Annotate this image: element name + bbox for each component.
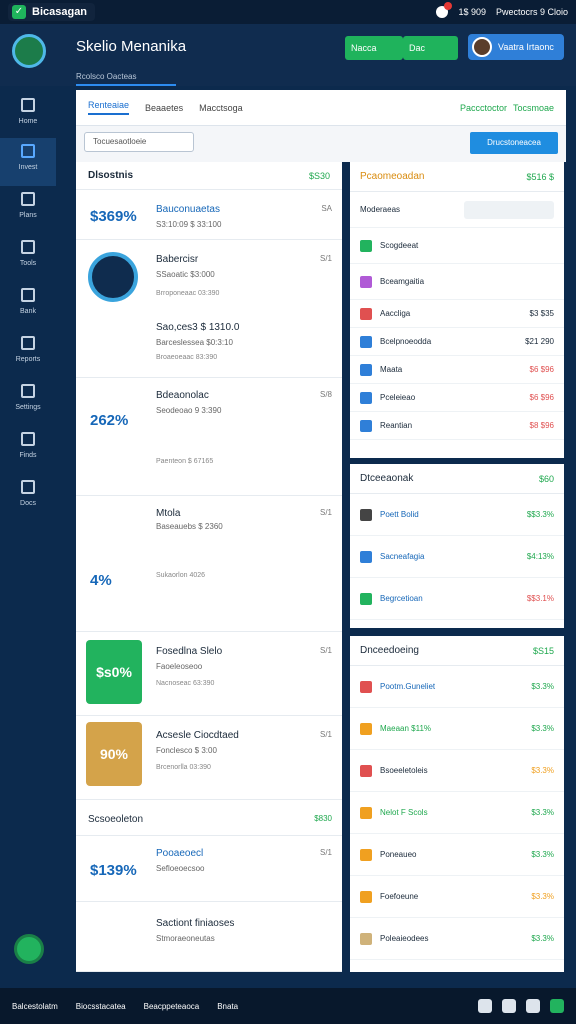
settings-icon [21, 384, 35, 398]
header-button-2[interactable]: Dac [403, 36, 458, 60]
docs-icon [21, 480, 35, 494]
r2-row-0[interactable]: Poett Bolid $$3.3% [350, 494, 564, 536]
tray-icon-4[interactable] [550, 999, 564, 1013]
sidebar-item-2[interactable]: Plans [0, 186, 56, 234]
row-4[interactable]: 4% Mtola Baseauebs $ 2360 Sukaorlon 4026… [76, 496, 342, 632]
r3-row-4[interactable]: Poneaueo $3.3% [350, 834, 564, 876]
green-tile: $s0% [86, 640, 142, 704]
r1-row-6[interactable]: Reantian $8 $96 [350, 412, 564, 440]
bell-icon[interactable] [436, 2, 453, 18]
tab-0[interactable]: Renteaiae [88, 100, 130, 115]
right2-header: Dtceeaonak $60 [350, 464, 564, 494]
sub-tab[interactable]: Rcolsco Oacteas [76, 72, 176, 86]
right-panel-3: Dnceedoeing $S15 Pootm.Guneliet $3.3% Maea… [350, 636, 564, 972]
check-icon: ✓ [12, 5, 26, 19]
r2-row-2[interactable]: Begrcetioan $$3.1% [350, 578, 564, 620]
avatar [472, 37, 492, 57]
row-1[interactable]: Babercisr SSaoatic $3:000 Brroponeaac 03… [76, 240, 342, 378]
right3-header: Dnceedoeing $S15 [350, 636, 564, 666]
plans-icon [21, 192, 35, 206]
left-panel: Dlsostnis $S30 $369% Bauconuaetas S3:10:0… [76, 162, 342, 972]
bank-icon [21, 288, 35, 302]
sidebar-item-1[interactable]: Invest [0, 138, 56, 186]
top-bar: ✓ Bicasagan 1$ 909 Pwectocrs 9 Cloio [0, 0, 576, 24]
main-tabs: Renteaiae Beaaetes Macctsoga Paccctoctor… [76, 90, 566, 126]
r3-row-1[interactable]: Maeaan $11% $3.3% [350, 708, 564, 750]
sidebar-item-3[interactable]: Tools [0, 234, 56, 282]
finds-icon [21, 432, 35, 446]
home-icon [21, 98, 35, 112]
r1-row-0[interactable]: Scogdeeat [350, 228, 564, 264]
profile-button[interactable]: Vaatra Irtaonc [468, 34, 564, 60]
tab-2[interactable]: Macctsoga [199, 103, 243, 113]
filter-select[interactable]: Tocuesaotloeie [84, 132, 194, 152]
r1-row-5[interactable]: Pceleieao $6 $96 [350, 384, 564, 412]
header: Skelio Menanika Rcolsco Oacteas Nacca Da… [0, 24, 576, 86]
sidebar: Home Invest Plans Tools Bank Reports Set… [0, 86, 60, 986]
compass-icon [88, 252, 138, 302]
r3-row-0[interactable]: Pootm.Guneliet $3.3% [350, 666, 564, 708]
filter-button[interactable]: Drucstoneacea [470, 132, 558, 154]
r2-row-1[interactable]: Sacneafagia $4:13% [350, 536, 564, 578]
search-row[interactable]: Moderaeas [350, 192, 564, 228]
reports-icon [21, 336, 35, 350]
row-5[interactable]: $s0% Fosedlna Slelo Faoeleoseoo Nacnosea… [76, 632, 342, 716]
tray [478, 999, 564, 1013]
right-panel-2: Dtceeaonak $60 Poett Bolid $$3.3% Sacneafa… [350, 464, 564, 628]
row-0[interactable]: $369% Bauconuaetas S3:10:09 $ 33:100 SA [76, 190, 342, 240]
tray-icon-2[interactable] [502, 999, 516, 1013]
left-header: Dlsostnis $S30 [76, 162, 342, 190]
r1-row-2[interactable]: Aaccliga $3 $35 [350, 300, 564, 328]
tray-icon-3[interactable] [526, 999, 540, 1013]
header-button-1[interactable]: Nacca [345, 36, 403, 60]
swap-icon [360, 275, 372, 288]
row-7[interactable]: $139% Pooaeoecl Sefloeoecsoo S/1 [76, 836, 342, 902]
r3-row-3[interactable]: Nelot F Scols $3.3% [350, 792, 564, 834]
tray-icon-1[interactable] [478, 999, 492, 1013]
fab-button[interactable] [14, 934, 44, 964]
invest-icon [21, 144, 35, 158]
main-right[interactable]: Paccctoctor Tocsmoae [460, 103, 554, 113]
row-3[interactable]: 262% Bdeaonolac Seodeoao 9 3:390 Paenteo… [76, 378, 342, 496]
section2-header: Scsoeoleton $830 [76, 800, 342, 836]
sidebar-item-8[interactable]: Docs [0, 474, 56, 522]
tools-icon [21, 240, 35, 254]
app-title: Skelio Menanika [76, 38, 187, 55]
bottom-bar: Balcestolatm Biocsstacatea Beacppeteaoca… [0, 988, 576, 1024]
sidebar-item-6[interactable]: Settings [0, 378, 56, 426]
sidebar-item-7[interactable]: Finds [0, 426, 56, 474]
right-panel-1: Pcaomeoadan $516 $ Moderaeas Scogdeeat Bc… [350, 162, 564, 458]
r3-row-6[interactable]: Poleaieodees $3.3% [350, 918, 564, 960]
growth-icon [360, 239, 372, 252]
tab-1[interactable]: Beaaetes [145, 103, 183, 113]
r3-row-2[interactable]: Bsoeeletoleis $3.3% [350, 750, 564, 792]
sidebar-item-0[interactable]: Home [0, 92, 56, 140]
notification-dot [444, 2, 453, 10]
sidebar-item-4[interactable]: Bank [0, 282, 56, 330]
gold-tile: 90% [86, 722, 142, 786]
row-8[interactable]: Sactiont finiaoses Stmoraeoneutas [76, 902, 342, 972]
logo [12, 34, 46, 68]
right1-header: Pcaomeoadan $516 $ [350, 162, 564, 192]
brand-chip[interactable]: ✓ Bicasagan [8, 3, 96, 21]
r3-row-5[interactable]: Foefoeune $3.3% [350, 876, 564, 918]
r1-row-4[interactable]: Maata $6 $96 [350, 356, 564, 384]
filter-bar: Tocuesaotloeie Drucstoneacea [76, 126, 566, 162]
r1-row-3[interactable]: Bcelpnoeodda $21 290 [350, 328, 564, 356]
r1-row-1[interactable]: Bceamgaitia [350, 264, 564, 300]
row-6[interactable]: 90% Acsesle Ciocdtaed Fonclesco $ 3:00 B… [76, 716, 342, 800]
sidebar-item-5[interactable]: Reports [0, 330, 56, 378]
